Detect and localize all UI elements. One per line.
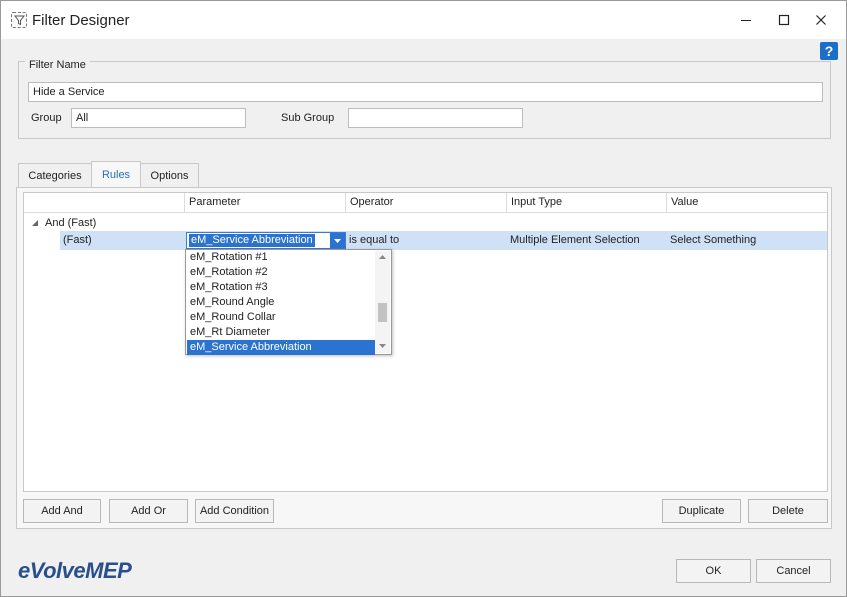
column-header-operator[interactable]: Operator: [345, 193, 507, 213]
filter-designer-window: Filter Designer ? Filter Name Group Sub …: [0, 0, 847, 597]
column-header-parameter[interactable]: Parameter: [184, 193, 346, 213]
ok-button[interactable]: OK: [676, 559, 751, 583]
window-title: Filter Designer: [32, 12, 130, 29]
parameter-combo-value: eM_Service Abbreviation: [189, 234, 315, 247]
minimize-button[interactable]: [728, 7, 764, 33]
dropdown-item[interactable]: eM_Rotation #2: [187, 265, 375, 280]
add-condition-button[interactable]: Add Condition: [195, 499, 274, 523]
chevron-down-icon: [334, 238, 341, 243]
condition-row[interactable]: (Fast) eM_Service Abbreviation is equal …: [60, 231, 827, 250]
tab-rules[interactable]: Rules: [91, 161, 141, 188]
operator-cell[interactable]: is equal to: [349, 234, 399, 246]
evolvemep-logo: eVolveMEP: [18, 558, 132, 583]
duplicate-button[interactable]: Duplicate: [662, 499, 741, 523]
scrollbar-thumb[interactable]: [378, 303, 387, 322]
close-button[interactable]: [803, 7, 839, 33]
collapse-triangle-icon[interactable]: [32, 220, 39, 227]
dropdown-item-selected[interactable]: eM_Service Abbreviation: [187, 340, 375, 355]
group-row-label: And (Fast): [45, 217, 97, 229]
sub-group-input[interactable]: [348, 108, 523, 128]
parameter-dropdown-list: eM_Rotation #1 eM_Rotation #2 eM_Rotatio…: [185, 249, 392, 355]
combo-dropdown-button[interactable]: [330, 233, 345, 248]
rules-grid: Parameter Operator Input Type Value And …: [23, 192, 828, 492]
dropdown-item[interactable]: eM_Rotation #1: [187, 250, 375, 265]
group-label: Group: [31, 112, 62, 124]
help-icon: ?: [824, 43, 834, 59]
input-type-cell[interactable]: Multiple Element Selection: [510, 234, 640, 246]
add-or-button[interactable]: Add Or: [109, 499, 188, 523]
tab-rules-label: Rules: [101, 169, 131, 181]
filter-name-legend: Filter Name: [25, 59, 90, 71]
tab-categories[interactable]: Categories: [18, 163, 92, 188]
dropdown-scrollbar[interactable]: [375, 251, 390, 353]
parameter-combo[interactable]: eM_Service Abbreviation: [186, 232, 346, 249]
delete-button[interactable]: Delete: [748, 499, 828, 523]
add-and-button[interactable]: Add And: [23, 499, 101, 523]
value-cell[interactable]: Select Something: [670, 234, 756, 246]
scroll-down-icon[interactable]: [379, 344, 386, 348]
help-button[interactable]: ?: [820, 42, 838, 60]
tab-options-label: Options: [150, 170, 189, 182]
cancel-button[interactable]: Cancel: [756, 559, 831, 583]
group-input[interactable]: [71, 108, 246, 128]
dropdown-item[interactable]: eM_Round Angle: [187, 295, 375, 310]
column-header-input-type[interactable]: Input Type: [506, 193, 667, 213]
condition-row-label: (Fast): [63, 234, 92, 246]
tab-categories-label: Categories: [28, 170, 82, 182]
dropdown-item[interactable]: eM_Round Collar: [187, 310, 375, 325]
filter-name-input[interactable]: [28, 82, 823, 102]
sub-group-label: Sub Group: [281, 112, 335, 124]
group-row-and[interactable]: And (Fast): [24, 214, 827, 232]
column-header-value[interactable]: Value: [666, 193, 827, 213]
maximize-icon: [778, 14, 790, 26]
grid-header: Parameter Operator Input Type Value: [24, 193, 827, 213]
minimize-icon: [741, 20, 751, 21]
title-bar: Filter Designer: [1, 1, 846, 39]
dropdown-item[interactable]: eM_Rt Diameter: [187, 325, 375, 340]
close-icon: [816, 15, 826, 25]
filter-icon: [11, 12, 27, 28]
tab-options[interactable]: Options: [140, 163, 199, 188]
dropdown-item[interactable]: eM_Rotation #3: [187, 280, 375, 295]
maximize-button[interactable]: [766, 7, 802, 33]
scroll-up-icon[interactable]: [379, 255, 386, 259]
